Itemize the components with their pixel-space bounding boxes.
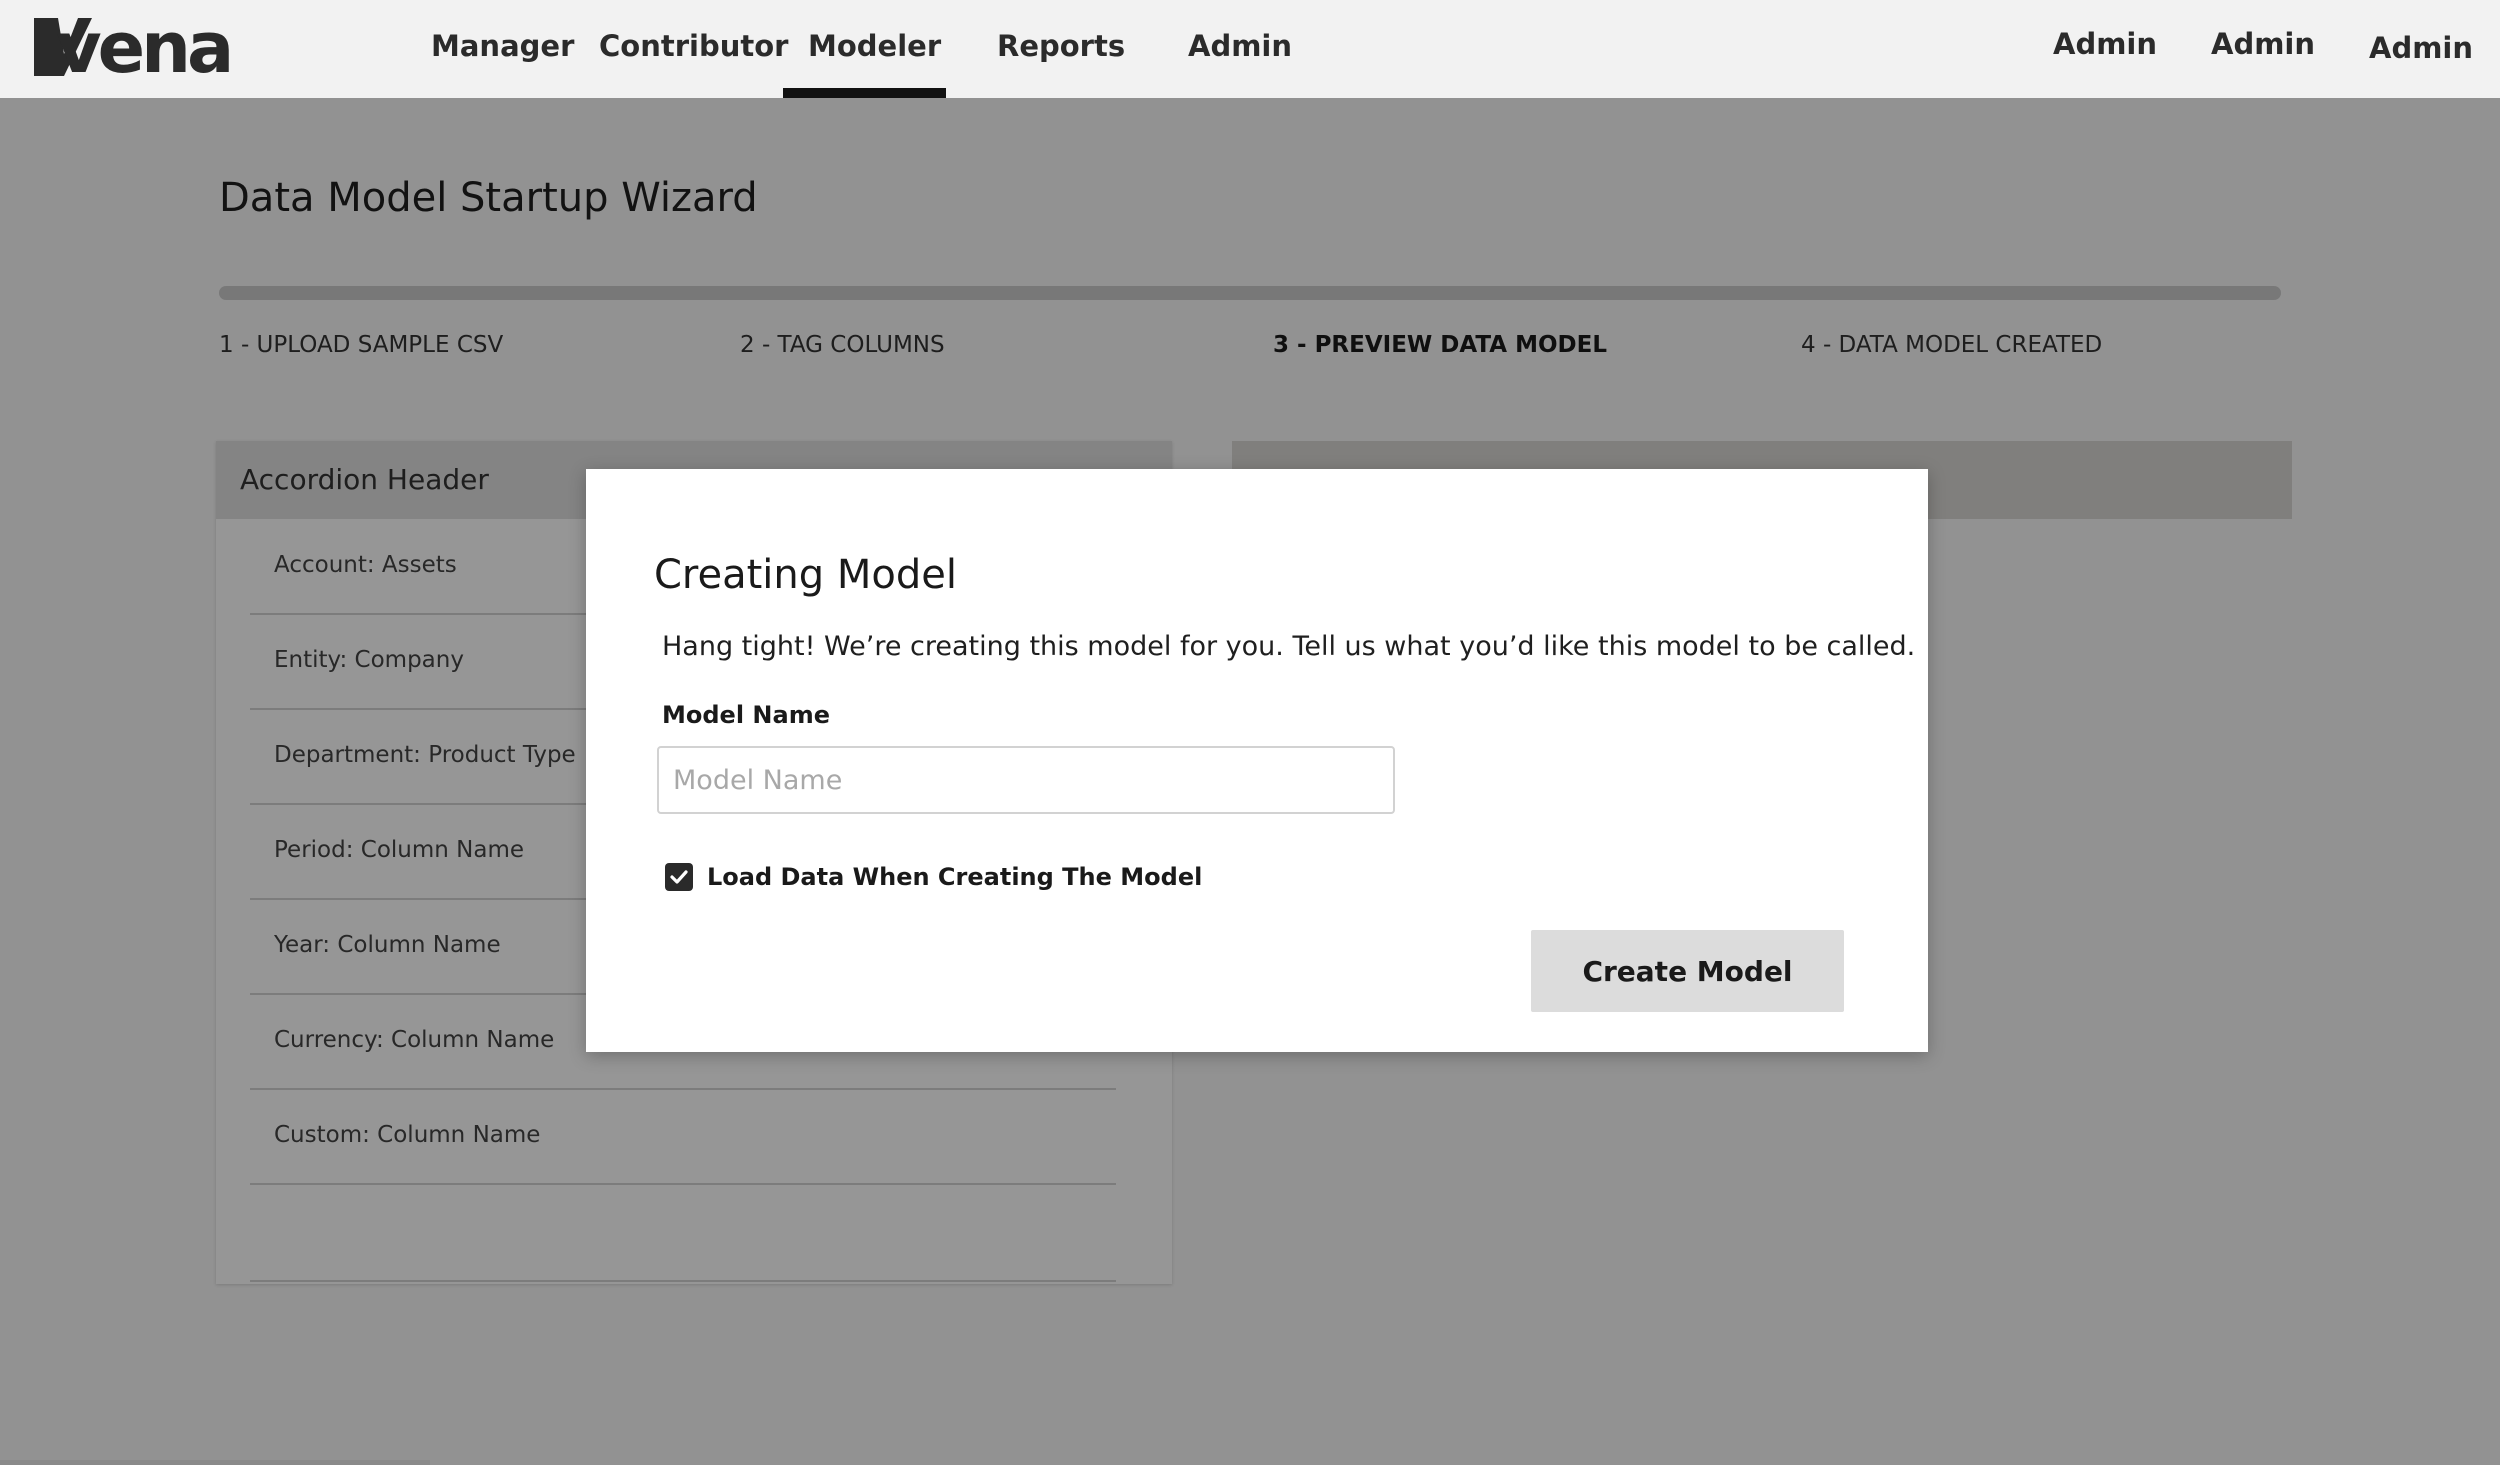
logo-wordmark: vena bbox=[56, 7, 234, 89]
creating-model-dialog: Creating Model Hang tight! We’re creatin… bbox=[586, 469, 1928, 1052]
load-data-checkbox-label[interactable]: Load Data When Creating The Model bbox=[707, 860, 1202, 894]
nav-modeler[interactable]: Modeler bbox=[808, 26, 941, 66]
nav-right-admin-3[interactable]: Admin bbox=[2369, 28, 2473, 68]
scroll-indicator bbox=[0, 1460, 430, 1465]
nav-admin[interactable]: Admin bbox=[1188, 26, 1292, 66]
nav-manager[interactable]: Manager bbox=[431, 26, 574, 66]
nav-right-admin-1[interactable]: Admin bbox=[2053, 24, 2157, 64]
nav-right-admin-2[interactable]: Admin bbox=[2211, 24, 2315, 64]
create-model-button[interactable]: Create Model bbox=[1531, 930, 1844, 1012]
top-nav-bar: vena Manager Contributor Modeler Reports… bbox=[0, 0, 2500, 98]
model-name-label: Model Name bbox=[662, 701, 830, 729]
dialog-description: Hang tight! We’re creating this model fo… bbox=[662, 631, 1916, 662]
load-data-checkbox[interactable] bbox=[665, 863, 693, 891]
dialog-title: Creating Model bbox=[654, 552, 957, 598]
check-icon bbox=[670, 870, 688, 884]
nav-contributor[interactable]: Contributor bbox=[599, 26, 788, 66]
vena-logo[interactable]: vena bbox=[34, 12, 234, 84]
model-name-input[interactable] bbox=[657, 746, 1395, 814]
nav-reports[interactable]: Reports bbox=[997, 26, 1125, 66]
nav-active-indicator bbox=[783, 88, 946, 98]
